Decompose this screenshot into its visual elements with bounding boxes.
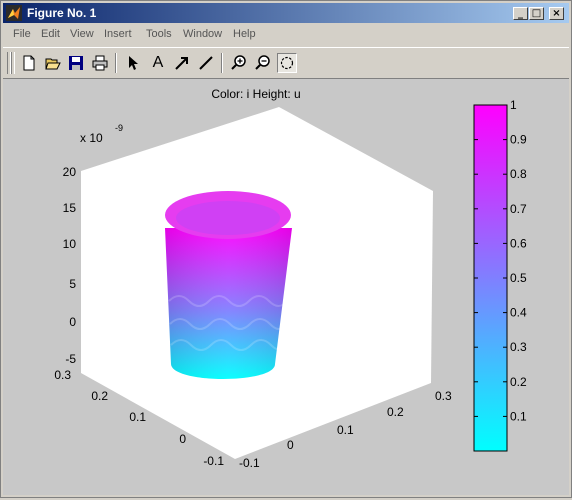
menu-bar: File Edit View Insert Tools Window Help (3, 25, 569, 45)
plot-title: Color: i Height: u (211, 87, 300, 101)
toolbar: A (3, 47, 569, 79)
menu-help[interactable]: Help (233, 28, 256, 40)
print-button[interactable] (90, 53, 110, 73)
z-tick-label: 0 (69, 315, 76, 329)
insert-line-icon (199, 56, 213, 70)
z-exponent-power: -9 (115, 123, 123, 133)
colorbar-tick-label: 0.8 (510, 167, 527, 181)
colorbar-tick-label: 0.9 (510, 133, 527, 147)
menu-file[interactable]: File (13, 28, 31, 40)
insert-line-button[interactable] (196, 53, 216, 73)
colorbar-tick-label: 0.5 (510, 271, 527, 285)
cylinder-interior (176, 201, 280, 235)
zoom-in-icon (231, 55, 246, 70)
x-tick-label: 0.1 (337, 423, 354, 437)
x-tick-label: 0.3 (435, 389, 452, 403)
x-tick-label: 0.2 (387, 405, 404, 419)
colorbar-tick-label: 0.6 (510, 236, 527, 250)
y-tick-label: 0.3 (54, 368, 71, 382)
z-tick-label: 10 (63, 237, 77, 251)
window-title: Figure No. 1 (27, 6, 97, 20)
surface-plot (165, 191, 292, 379)
z-tick-label: 15 (63, 201, 77, 215)
z-tick-label: 5 (69, 277, 76, 291)
zoom-in-button[interactable] (229, 53, 249, 73)
x-tick-label: -0.1 (239, 456, 260, 470)
z-tick-label: 20 (63, 165, 77, 179)
new-file-button[interactable] (19, 53, 39, 73)
toolbar-grip-2[interactable] (11, 52, 15, 74)
save-button[interactable] (66, 53, 86, 73)
toolbar-separator (115, 53, 117, 73)
matlab-logo-icon (6, 5, 22, 21)
colorbar-tick-label: 0.7 (510, 202, 527, 216)
rotate-3d-icon (280, 56, 294, 70)
rotate-3d-button[interactable] (277, 53, 297, 73)
z-exponent-label: x 10 (80, 131, 103, 145)
menu-window[interactable]: Window (183, 28, 222, 40)
maximize-button[interactable]: □ (529, 7, 544, 20)
y-tick-label: 0 (179, 432, 186, 446)
new-file-icon (23, 55, 35, 71)
insert-text-icon: A (152, 54, 164, 71)
insert-arrow-icon (175, 57, 188, 70)
menu-insert[interactable]: Insert (104, 28, 132, 40)
colorbar-tick-label: 1 (510, 98, 517, 112)
figure-canvas[interactable]: Color: i Height: u x 10 -9 20 15 10 5 0 … (3, 79, 569, 495)
z-tick-label: -5 (65, 352, 76, 366)
select-arrow-icon (129, 56, 138, 70)
open-file-icon (45, 58, 61, 70)
figure-window: Figure No. 1 _ □ × File Edit View Insert… (0, 0, 572, 498)
y-tick-label: 0.1 (129, 410, 146, 424)
insert-text-button[interactable]: A (148, 53, 168, 73)
open-file-button[interactable] (43, 53, 63, 73)
x-tick-label: 0 (287, 438, 294, 452)
colorbar-gradient (473, 104, 508, 452)
zoom-out-icon (255, 55, 270, 70)
insert-arrow-button[interactable] (172, 53, 192, 73)
colorbar-tick-label: 0.1 (510, 409, 527, 423)
colorbar-tick-label: 0.3 (510, 340, 527, 354)
y-tick-label: 0.2 (91, 389, 108, 403)
colorbar-tick-label: 0.4 (510, 306, 527, 320)
print-icon (92, 55, 108, 71)
select-button[interactable] (123, 53, 143, 73)
minimize-button[interactable]: _ (513, 7, 528, 20)
close-button[interactable]: × (549, 7, 564, 20)
zoom-out-button[interactable] (253, 53, 273, 73)
menu-view[interactable]: View (70, 28, 94, 40)
menu-tools[interactable]: Tools (146, 28, 172, 40)
colorbar[interactable]: 1 0.9 0.8 0.7 0.6 0.5 0.4 0.3 0.2 0.1 (473, 98, 527, 452)
save-icon (69, 56, 83, 70)
plot-svg[interactable]: Color: i Height: u x 10 -9 20 15 10 5 0 … (3, 79, 569, 495)
colorbar-tick-label: 0.2 (510, 375, 527, 389)
menu-edit[interactable]: Edit (41, 28, 60, 40)
title-bar[interactable]: Figure No. 1 _ □ × (3, 3, 569, 23)
toolbar-separator (221, 53, 223, 73)
y-tick-label: -0.1 (203, 454, 224, 468)
